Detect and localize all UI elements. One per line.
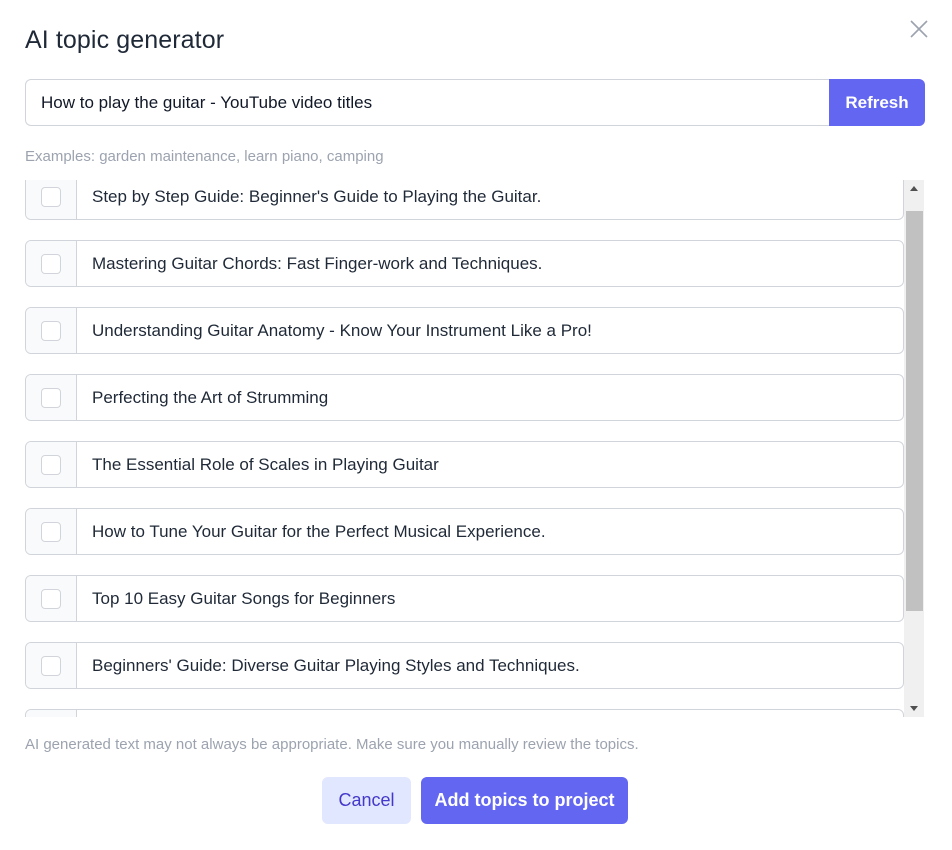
topic-label: Understanding Guitar Anatomy - Know Your… <box>92 320 592 340</box>
topic-checkbox-cell <box>26 308 77 353</box>
topic-checkbox-cell <box>26 375 77 420</box>
topic-checkbox-cell <box>26 241 77 286</box>
topic-label: Mastering Guitar Chords: Fast Finger-wor… <box>92 253 543 273</box>
close-icon <box>910 20 928 38</box>
topic-item[interactable]: Understanding Guitar Anatomy - Know Your… <box>25 307 904 354</box>
topic-checkbox-cell <box>26 509 77 554</box>
topic-checkbox-cell <box>26 442 77 487</box>
topic-item[interactable]: Top 10 Easy Guitar Songs for Beginners <box>25 575 904 622</box>
topic-item[interactable]: Beginners' Guide: Diverse Guitar Playing… <box>25 642 904 689</box>
cancel-button[interactable]: Cancel <box>322 777 411 824</box>
topic-label: Beginners' Guide: Diverse Guitar Playing… <box>92 655 580 675</box>
dialog-title: AI topic generator <box>25 26 225 54</box>
topic-checkbox[interactable] <box>41 655 61 676</box>
topic-checkbox[interactable] <box>41 253 61 274</box>
topic-checkbox[interactable] <box>41 521 61 542</box>
topic-checkbox[interactable] <box>41 588 61 609</box>
topic-label: Top 10 Easy Guitar Songs for Beginners <box>92 588 396 608</box>
topic-checkbox-cell <box>26 576 77 621</box>
topic-label: How to Tune Your Guitar for the Perfect … <box>92 521 546 541</box>
scroll-up-button[interactable] <box>904 180 924 197</box>
topic-label <box>77 710 903 717</box>
examples-hint: Examples: garden maintenance, learn pian… <box>25 148 384 165</box>
refresh-button[interactable]: Refresh <box>829 79 925 126</box>
topic-checkbox-cell <box>26 180 77 219</box>
topic-checkbox[interactable] <box>41 186 61 207</box>
topic-item[interactable]: Perfecting the Art of Strumming <box>25 374 904 421</box>
topic-label: Perfecting the Art of Strumming <box>92 387 329 407</box>
topic-checkbox[interactable] <box>41 320 61 341</box>
topic-checkbox[interactable] <box>41 454 61 475</box>
close-button[interactable] <box>908 18 930 40</box>
topic-checkbox-cell <box>26 643 77 688</box>
topic-item[interactable]: Step by Step Guide: Beginner's Guide to … <box>25 180 904 220</box>
topic-input[interactable] <box>25 79 829 126</box>
scrollbar-thumb[interactable] <box>906 211 923 611</box>
add-topics-button[interactable]: Add topics to project <box>421 777 628 824</box>
ai-disclaimer: AI generated text may not always be appr… <box>25 736 639 753</box>
topic-item[interactable]: How to Tune Your Guitar for the Perfect … <box>25 508 904 555</box>
topic-search-row: Refresh <box>25 79 925 126</box>
topic-item[interactable]: Mastering Guitar Chords: Fast Finger-wor… <box>25 240 904 287</box>
topic-label: The Essential Role of Scales in Playing … <box>92 454 439 474</box>
topic-item[interactable] <box>25 709 904 717</box>
topic-item[interactable]: The Essential Role of Scales in Playing … <box>25 441 904 488</box>
scroll-down-button[interactable] <box>904 700 924 717</box>
topic-label: Step by Step Guide: Beginner's Guide to … <box>92 186 542 206</box>
arrow-up-icon <box>910 186 918 191</box>
arrow-down-icon <box>910 706 918 711</box>
topic-list: Step by Step Guide: Beginner's Guide to … <box>25 180 925 717</box>
topic-checkbox-cell <box>26 710 77 717</box>
topic-checkbox[interactable] <box>41 387 61 408</box>
topic-list-scrollbar[interactable] <box>904 180 924 717</box>
